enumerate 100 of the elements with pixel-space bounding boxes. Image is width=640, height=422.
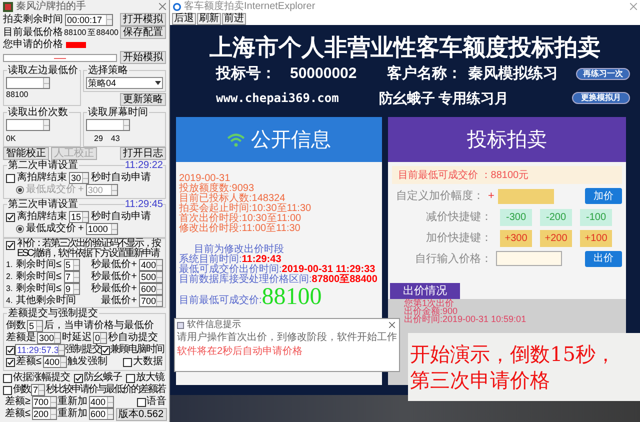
option-label: 差额≤ [5, 408, 30, 420]
section-title: 出价情况 [403, 284, 447, 298]
input-field[interactable] [6, 119, 50, 131]
caption-text: 第三次申请价格 [410, 367, 551, 393]
button[interactable]: 保存配置 [120, 26, 166, 39]
field-label: 目前最低价格 [3, 26, 63, 38]
window-title: 客车额度拍卖InternetExplorer [184, 1, 316, 12]
spin-field[interactable]: 700 [32, 396, 56, 408]
price-text: 88400 [96, 26, 118, 38]
group-legend: 第二次申请设置 [8, 160, 78, 171]
radio-button[interactable] [16, 186, 24, 194]
option-label: 放大镜 [136, 372, 164, 384]
spin-field[interactable]: 400 [139, 259, 163, 271]
time-field[interactable]: 00:00:17 [65, 14, 113, 26]
input-field[interactable] [86, 119, 130, 131]
radio-button[interactable] [16, 225, 24, 233]
caption-text: 开始演示，倒数15秒， [410, 341, 616, 367]
plus-sign: + [78, 223, 84, 235]
spin-field[interactable]: 700 [139, 295, 163, 307]
option-label: 秒自动提交 [108, 332, 158, 344]
info-value: 87800至88400 [312, 275, 378, 285]
checkbox[interactable] [6, 241, 15, 250]
reading-text: 43 [110, 134, 120, 144]
spin-field[interactable]: 5 [64, 259, 80, 271]
checkbox[interactable] [126, 374, 135, 382]
input-field[interactable] [498, 188, 554, 204]
window-icon [177, 322, 184, 328]
window-title: 秦风沪牌拍的手 [16, 0, 86, 12]
option-label: 秒比较申请价与最低价的差额若 [46, 384, 165, 396]
rule-label: 秒最低价+ [91, 259, 137, 270]
group-legend: 读取屏幕时间 [88, 107, 148, 118]
toolbar-button[interactable]: 后退 [172, 13, 196, 25]
checkbox[interactable] [123, 358, 132, 366]
input-field[interactable] [496, 251, 562, 266]
info-line: 首次出价时段:10:30至11:00 [179, 214, 302, 224]
spin-field[interactable]: 600 [88, 408, 114, 420]
info-line: 目前已投标人数:148324 [179, 194, 286, 204]
checkbox[interactable] [6, 358, 15, 366]
notice-text: 目前最低可成交价 ：88100元 [398, 168, 529, 182]
strategy-dropdown[interactable]: 策略04 [86, 77, 163, 89]
button[interactable]: 出价 [585, 250, 622, 267]
spin-field[interactable]: 7 [31, 384, 45, 396]
checkbox[interactable] [3, 386, 12, 394]
option-label: 最低成交价 [26, 223, 76, 235]
phase-text: 目前为修改出价时段 [194, 245, 285, 255]
field-label: 投标号： [216, 64, 276, 84]
button[interactable]: 更新策略 [120, 93, 166, 106]
option-label: 差额≥ [5, 396, 30, 408]
option-label: 强制提交 [65, 344, 101, 356]
spin-field[interactable]: 30 [69, 172, 89, 184]
option-label: 兼顾电脑时间 [110, 344, 164, 356]
button[interactable]: 打开模拟 [120, 13, 166, 26]
rule-label: 秒最低价+ [91, 271, 137, 282]
field-label: 您申请的价格 [3, 39, 63, 51]
spin-field[interactable]: 0 [93, 332, 107, 344]
checkbox[interactable] [6, 346, 15, 354]
option-label: 倒数 [6, 320, 26, 332]
button[interactable]: 版本0.562 [116, 408, 167, 421]
checkbox[interactable] [3, 374, 12, 382]
checkbox[interactable] [6, 174, 15, 182]
spin-field[interactable]: 200 [32, 408, 56, 420]
wifi-icon [227, 132, 245, 146]
input-field[interactable] [6, 77, 50, 89]
rule-index: 2. [6, 271, 14, 283]
button[interactable]: 智能校正 [3, 147, 49, 160]
time-field[interactable]: 11:29:57.3 [15, 344, 65, 356]
option-label: 触发强制 [68, 356, 108, 368]
bid-status-line: 出价时间:2019-00-31 10:59:01 [404, 315, 528, 323]
price-indicator [66, 42, 86, 48]
spin-field[interactable]: 1000 [86, 223, 118, 235]
toolbar-button[interactable]: 前进 [222, 13, 246, 25]
spin-field[interactable]: 7 [64, 271, 80, 283]
spin-field[interactable]: 600 [139, 283, 163, 295]
close-icon[interactable] [159, 3, 166, 10]
spin-field[interactable]: 500 [139, 271, 163, 283]
checkbox[interactable] [74, 374, 83, 382]
button[interactable]: 开始模拟 [120, 51, 166, 64]
checkbox[interactable] [101, 346, 110, 354]
checkbox[interactable] [6, 212, 15, 222]
option-label: 防幺蛾子 [84, 372, 122, 384]
spin-field[interactable]: 300 [37, 332, 61, 344]
pill-button[interactable]: 再练习一次 [576, 68, 630, 80]
close-icon[interactable] [389, 322, 395, 328]
spin-field[interactable]: 15 [69, 211, 89, 223]
range-separator: 至 [87, 26, 96, 38]
website-text: www.chepai369.com [216, 90, 339, 107]
button[interactable]: 加价 [585, 188, 622, 204]
pill-button[interactable]: 更换模拟月 [572, 92, 630, 104]
spin-field[interactable]: 400 [42, 356, 66, 368]
panel-title: 投标拍卖 [467, 128, 547, 152]
plus-sign: + [488, 189, 494, 204]
toolbar-button[interactable]: 刷新 [197, 13, 221, 25]
option-label: 倒数 [13, 384, 30, 396]
checkbox[interactable] [136, 398, 146, 406]
spin-field[interactable]: 5 [27, 320, 43, 332]
spin-field[interactable]: 9 [64, 283, 80, 295]
button[interactable]: 打开日志 [120, 147, 166, 160]
rule-label: 秒最低价+ [91, 283, 137, 295]
spin-field[interactable]: 400 [88, 396, 114, 408]
field-label: 客户名称： [386, 64, 462, 84]
